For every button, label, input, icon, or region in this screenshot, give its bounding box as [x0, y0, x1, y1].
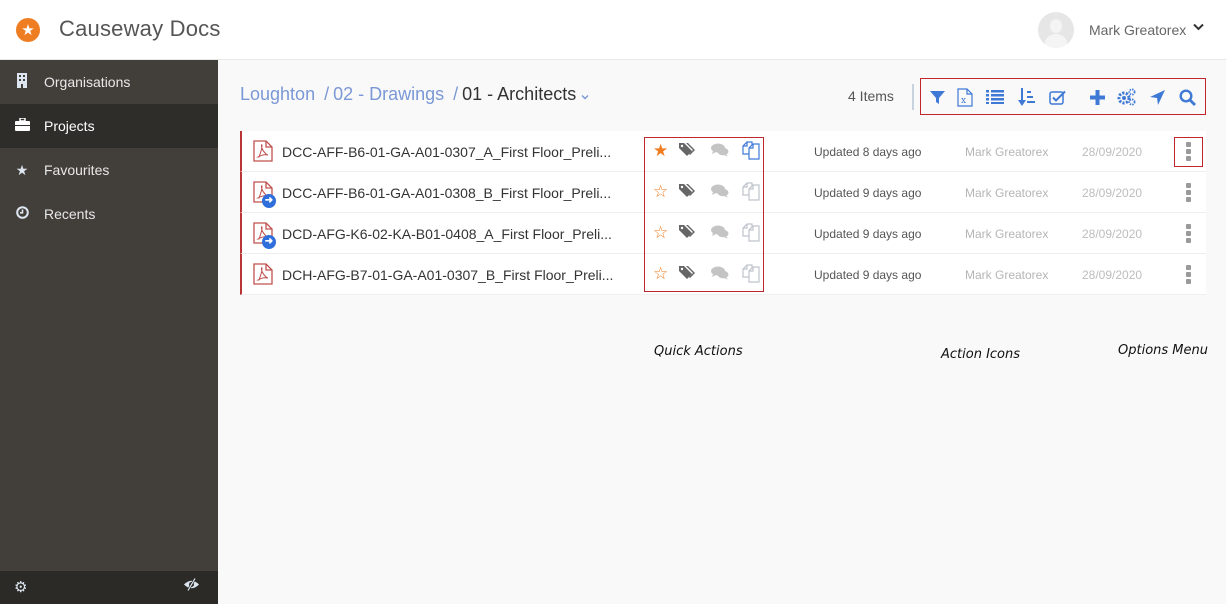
copy-icon[interactable] [742, 141, 760, 165]
annotation-action-icons: Action Icons [941, 347, 1021, 362]
owner-name: Mark Greatorex [965, 186, 1049, 200]
options-menu-icon[interactable] [1186, 183, 1192, 203]
sidebar-footer: ⚙ [0, 571, 218, 604]
owner-name: Mark Greatorex [965, 145, 1049, 159]
file-name[interactable]: DCC-AFF-B6-01-GA-A01-0308_B_First Floor_… [282, 185, 611, 201]
svg-text:x: x [961, 96, 966, 106]
favourite-star-icon[interactable]: ★ [653, 141, 668, 161]
comments-icon[interactable] [711, 225, 729, 244]
file-date: 28/09/2020 [1082, 268, 1143, 282]
file-list: DCC-AFF-B6-01-GA-A01-0307_A_First Floor_… [240, 131, 1206, 295]
list-view-icon[interactable] [985, 87, 1005, 107]
clock-icon [0, 206, 44, 222]
pdf-file-icon [253, 263, 273, 285]
copy-icon[interactable] [742, 182, 760, 206]
sidebar-item-label: Organisations [44, 74, 131, 90]
select-checkbox-icon[interactable] [1047, 87, 1067, 107]
options-menu-icon[interactable] [1186, 224, 1192, 244]
annotation-quick-actions: Quick Actions [654, 344, 743, 359]
file-row[interactable]: ➜ DCC-AFF-B6-01-GA-A01-0308_B_First Floo… [240, 172, 1206, 213]
filter-icon[interactable] [927, 87, 947, 107]
breadcrumb: Loughton / 02 - Drawings / 01 - Architec… [240, 84, 589, 105]
top-bar: ★ Causeway Docs Mark Greatorex [0, 0, 1226, 60]
app-title: Causeway Docs [59, 16, 221, 41]
sidebar: Organisations Projects ★ Favourites Rece… [0, 60, 218, 604]
tag-icon[interactable] [679, 265, 697, 286]
file-name[interactable]: DCD-AFG-K6-02-KA-B01-0408_A_First Floor_… [282, 226, 612, 242]
updated-text: Updated 9 days ago [814, 227, 922, 241]
sidebar-item-organisations[interactable]: Organisations [0, 60, 218, 104]
gear-icon[interactable]: ⚙ [14, 578, 27, 596]
tag-icon[interactable] [679, 224, 697, 245]
causeway-logo-icon[interactable]: ★ [16, 18, 40, 42]
user-name[interactable]: Mark Greatorex [1089, 22, 1186, 38]
user-avatar[interactable] [1038, 12, 1074, 48]
item-count: 4 Items [848, 88, 894, 104]
add-icon[interactable] [1087, 87, 1107, 107]
updated-text: Updated 8 days ago [814, 145, 922, 159]
owner-name: Mark Greatorex [965, 268, 1049, 282]
copy-icon[interactable] [742, 264, 760, 288]
file-date: 28/09/2020 [1082, 186, 1143, 200]
breadcrumb-current-folder[interactable]: 01 - Architects [462, 84, 576, 105]
updated-text: Updated 9 days ago [814, 268, 922, 282]
sidebar-item-label: Favourites [44, 162, 110, 178]
favourite-star-icon[interactable]: ☆ [653, 264, 668, 284]
file-row[interactable]: DCH-AFG-B7-01-GA-A01-0307_B_First Floor_… [240, 254, 1206, 295]
divider [912, 84, 914, 110]
comments-icon[interactable] [711, 143, 729, 162]
options-menu-icon[interactable] [1186, 142, 1192, 162]
linked-arrow-icon: ➜ [262, 235, 276, 249]
options-menu-icon[interactable] [1186, 265, 1192, 285]
sidebar-item-label: Projects [44, 118, 95, 134]
copy-icon[interactable] [742, 223, 760, 247]
tag-icon[interactable] [679, 183, 697, 204]
linked-arrow-icon: ➜ [262, 194, 276, 208]
tag-icon[interactable] [679, 142, 697, 163]
sort-icon[interactable] [1017, 87, 1037, 107]
breadcrumb-drawings[interactable]: 02 - Drawings [333, 84, 444, 105]
file-name[interactable]: DCH-AFG-B7-01-GA-A01-0307_B_First Floor_… [282, 267, 613, 283]
comments-icon[interactable] [711, 266, 729, 285]
sidebar-item-label: Recents [44, 206, 96, 222]
building-icon [0, 73, 44, 91]
file-row[interactable]: ➜ DCD-AFG-K6-02-KA-B01-0408_A_First Floo… [240, 213, 1206, 254]
file-date: 28/09/2020 [1082, 227, 1143, 241]
file-date: 28/09/2020 [1082, 145, 1143, 159]
star-icon: ★ [15, 161, 29, 178]
settings-cogs-icon[interactable] [1117, 87, 1137, 107]
excel-export-icon[interactable]: x [955, 87, 975, 107]
favourite-star-icon[interactable]: ☆ [653, 223, 668, 243]
sidebar-item-recents[interactable]: Recents [0, 192, 218, 236]
sidebar-item-favourites[interactable]: ★ Favourites [0, 148, 218, 192]
chevron-down-icon[interactable] [1193, 20, 1204, 34]
eye-slash-icon[interactable] [183, 577, 200, 594]
action-toolbar: x [920, 78, 1206, 115]
pdf-file-icon [253, 140, 273, 162]
annotation-options-menu: Options Menu [1118, 343, 1208, 358]
navigate-icon[interactable] [1147, 87, 1167, 107]
search-icon[interactable] [1177, 87, 1197, 107]
breadcrumb-separator: / [453, 84, 459, 104]
comments-icon[interactable] [711, 184, 729, 203]
breadcrumb-loughton[interactable]: Loughton [240, 84, 315, 105]
updated-text: Updated 9 days ago [814, 186, 922, 200]
owner-name: Mark Greatorex [965, 227, 1049, 241]
chevron-down-icon[interactable] [581, 91, 589, 103]
breadcrumb-separator: / [324, 84, 330, 104]
favourite-star-icon[interactable]: ☆ [653, 182, 668, 202]
sidebar-item-projects[interactable]: Projects [0, 104, 218, 148]
file-row[interactable]: DCC-AFF-B6-01-GA-A01-0307_A_First Floor_… [240, 131, 1206, 172]
briefcase-icon [0, 117, 44, 134]
file-name[interactable]: DCC-AFF-B6-01-GA-A01-0307_A_First Floor_… [282, 144, 611, 160]
